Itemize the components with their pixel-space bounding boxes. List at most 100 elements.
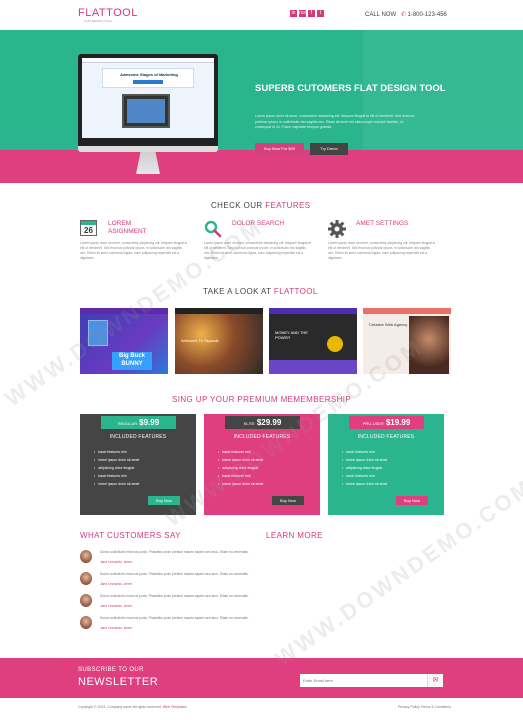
footer-link[interactable]: Web Templates — [163, 705, 187, 709]
testimonial-author[interactable]: Jane Leonardo, lorem — [100, 582, 132, 586]
list-item: lorem ipsum dolor sit amet — [94, 480, 139, 488]
buy-now-regular-button[interactable]: Buy Now — [148, 496, 180, 505]
monitor-screen: Awesome Stages of Marketing — [82, 58, 214, 138]
email-field[interactable] — [300, 674, 427, 687]
list-item: adipiscing dolor feugiat — [342, 464, 387, 472]
included-features-label: INCLUDED FEATURES — [109, 434, 167, 440]
list-item: basic features min — [218, 448, 263, 456]
testimonial-author[interactable]: Jane Leonardo, lorem — [100, 626, 132, 630]
call-now: CALL NOW ✆ 1-800-123-456 — [365, 11, 447, 18]
learn-more-title[interactable]: LEARN MORE — [266, 531, 323, 540]
monitor-image: Awesome Stages of Marketing — [78, 54, 218, 150]
footer: Copyright © 2013. Company name All right… — [0, 698, 523, 720]
features-title-b: FEATURES — [265, 201, 311, 210]
list-item: adipiscing dolor feugiat — [94, 464, 139, 472]
testimonial: Donec sollicitudin rhoncus porta. Phasel… — [80, 550, 270, 568]
list-item: basic features min — [94, 448, 139, 456]
plan-price: $19.99 — [385, 418, 411, 427]
hero-title: SUPERB CUTOMERS FLAT DESIGN TOOL — [255, 83, 446, 94]
list-item: basic features min — [342, 448, 387, 456]
gallery-title-a: TAKE A LOOK AT — [203, 287, 274, 296]
feature-list: basic features min lorem ipsum dolor sit… — [218, 448, 263, 488]
list-item: lorem ipsum dolor sit amet — [218, 456, 263, 464]
logo-tagline: FLAT DESIGN TOOL — [84, 19, 113, 23]
testimonial-quote: Donec sollicitudin rhoncus porta. Phasel… — [100, 550, 249, 554]
feature-text-2: Lorem ipsum dolor sit amet, consectetur … — [204, 241, 312, 260]
gallery-title: TAKE A LOOK AT FLATTOOL — [203, 287, 318, 296]
screen-mini-monitor — [122, 94, 170, 128]
list-item: lorem ipsum dolor sit amet — [94, 456, 139, 464]
testimonial-quote: Donec sollicitudin rhoncus porta. Phasel… — [100, 594, 249, 598]
facebook-icon[interactable]: f — [308, 10, 315, 17]
feature-text-3: Lorem ipsum dolor sit amet, consectetur … — [328, 241, 436, 260]
gallery-circle — [327, 336, 343, 352]
testimonial-author[interactable]: Jane Leonardo, lorem — [100, 604, 132, 608]
newsletter-subscribe-label: SUBSCRIBE TO OUR — [78, 667, 144, 673]
linkedin-icon[interactable]: in — [290, 10, 297, 17]
plan-price: $9.99 — [139, 418, 160, 427]
gallery-card — [88, 320, 108, 346]
plan-elite: ELITE$29.99 INCLUDED FEATURES basic feat… — [204, 414, 320, 515]
included-features-label: INCLUDED FEATURES — [233, 434, 291, 440]
buy-now-button[interactable]: Buy Now For $99 — [255, 143, 304, 155]
rss-icon[interactable]: rss — [299, 10, 306, 17]
feature-title-3: AMET SETTINGS — [356, 220, 409, 227]
plan-tag: PRO-USER $19.99 — [349, 416, 424, 429]
testimonial: Donec sollicitudin rhoncus porta. Phasel… — [80, 616, 270, 634]
feature-title-2: DOLOR SEARCH — [232, 220, 285, 227]
buy-now-elite-button[interactable]: Buy Now — [272, 496, 304, 505]
try-demo-button[interactable]: Try Demo — [310, 143, 348, 155]
calendar-day: 26 — [84, 226, 93, 235]
phone-icon: ✆ — [400, 12, 406, 18]
list-item: adipiscing dolor feugiat — [218, 464, 263, 472]
plan-price: $29.99 — [256, 418, 282, 427]
gallery-item-1-text: Big Buck BUNNY — [112, 352, 152, 370]
testimonial-quote: Donec sollicitudin rhoncus porta. Phasel… — [100, 616, 249, 620]
search-icon — [203, 219, 223, 239]
testimonial-quote: Donec sollicitudin rhoncus porta. Phasel… — [100, 572, 249, 576]
testimonial-author[interactable]: Jane Leonardo, lorem — [100, 560, 132, 564]
gallery-item-2[interactable]: Welcome To Skywalk — [175, 308, 263, 374]
pricing-title: SING UP YOUR PREMIUM MEMEMBERSHIP — [172, 395, 352, 404]
included-features-label: INCLUDED FEATURES — [357, 434, 415, 440]
send-mail-icon[interactable]: ✉ — [427, 674, 443, 687]
avatar — [80, 594, 92, 607]
hero-text: Lorem ipsum dolor sit amet, consectetur … — [255, 114, 415, 129]
gallery-item-4[interactable]: Creative Web Agency — [363, 308, 451, 374]
features-title: CHECK OUR FEATURES — [211, 201, 311, 210]
plan-pro-user: PRO-USER$19.99 INCLUDED FEATURES basic f… — [328, 414, 444, 515]
list-item: basic features min — [218, 472, 263, 480]
plan-regular: REGULAR$9.99 INCLUDED FEATURES basic fea… — [80, 414, 196, 515]
plan-tag: REGULAR $9.99 — [101, 416, 176, 429]
logo[interactable]: FLATTOOL — [78, 7, 138, 19]
screen-banner: Awesome Stages of Marketing — [102, 68, 194, 88]
avatar — [80, 616, 92, 629]
list-item: lorem ipsum dolor sit amet — [218, 480, 263, 488]
newsletter-title: NEWSLETTER — [78, 676, 159, 688]
feature-list: basic features min lorem ipsum dolor sit… — [342, 448, 387, 488]
features-title-a: CHECK OUR — [211, 201, 266, 210]
gallery-item-1[interactable]: Big Buck BUNNY — [80, 308, 168, 374]
avatar — [80, 550, 92, 563]
twitter-icon[interactable]: t — [317, 10, 324, 17]
list-item: basic features min — [94, 472, 139, 480]
calendar-icon: 26 — [80, 220, 97, 236]
gallery-item-3[interactable]: MONEY AND THE POWER — [269, 308, 357, 374]
header: FLATTOOL FLAT DESIGN TOOL in rss f t CAL… — [0, 0, 523, 30]
testimonial: Donec sollicitudin rhoncus porta. Phasel… — [80, 572, 270, 590]
hero-banner: Awesome Stages of Marketing SUPERB CUTOM… — [0, 30, 523, 183]
feature-text-1: Lorem ipsum dolor sit amet, consectetur … — [80, 241, 188, 260]
footer-links[interactable]: Privacy Policy Terms & Conditions — [398, 705, 451, 709]
copyright: Copyright © 2013. Company name All right… — [78, 705, 187, 709]
newsletter-band: SUBSCRIBE TO OUR NEWSLETTER ✉ — [0, 658, 523, 698]
plan-tag: ELITE $29.99 — [225, 416, 300, 429]
avatar — [80, 572, 92, 585]
copyright-text: Copyright © 2013. Company name All right… — [78, 705, 162, 709]
testimonial: Donec sollicitudin rhoncus porta. Phasel… — [80, 594, 270, 612]
feature-title-1: LOREM ASIGNMENT — [108, 220, 147, 235]
screen-button — [133, 80, 163, 84]
monitor-chin — [78, 146, 218, 152]
buy-now-pro-button[interactable]: Buy Now — [396, 496, 428, 505]
phone-number[interactable]: 1-800-123-456 — [408, 12, 447, 18]
social-links: in rss f t — [290, 10, 324, 17]
